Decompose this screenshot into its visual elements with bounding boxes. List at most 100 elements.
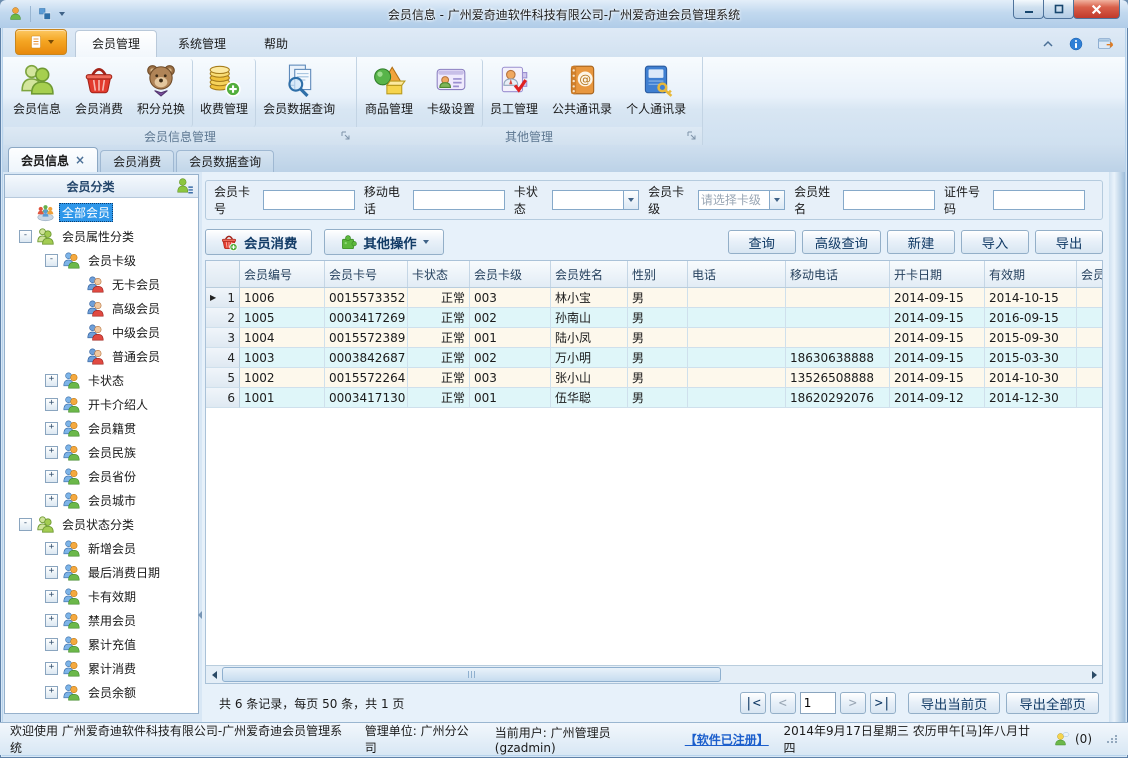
tree-item[interactable]: 无卡会员 [5,272,198,296]
tree-expander[interactable]: + [45,685,58,699]
tree-item[interactable]: + 新增会员 [5,536,198,560]
document-tab[interactable]: 会员消费 [100,150,175,172]
scroll-left-icon[interactable] [206,667,222,683]
grid-header-cell[interactable]: 性别 [628,261,688,287]
tree-expander[interactable]: - [45,253,58,267]
tree-expander[interactable]: - [19,517,32,531]
tree-expander[interactable]: + [45,493,58,507]
tree-item[interactable]: + 会员省份 [5,464,198,488]
scroll-right-icon[interactable] [1086,667,1102,683]
dialog-launcher-icon[interactable] [686,130,698,142]
tree-expander[interactable]: + [45,421,58,435]
search-input[interactable] [992,190,1085,210]
tree-item[interactable]: 中级会员 [5,320,198,344]
switch-window-icon[interactable] [1096,34,1115,53]
grid-header-cell[interactable] [206,261,240,287]
tree-expander[interactable]: + [45,589,58,603]
ribbon-button[interactable]: 会员信息 [6,59,68,127]
ribbon-button[interactable]: 会员数据查询 [256,59,342,127]
tree-item[interactable]: + 会员余额 [5,680,198,704]
close-button[interactable] [1073,0,1120,19]
tree-expander[interactable]: + [45,373,58,387]
tree-expander[interactable]: + [45,637,58,651]
application-menu-button[interactable] [15,29,67,55]
export-all-pages-button[interactable]: 导出全部页 [1006,692,1099,714]
table-row[interactable]: ▶ 1 1006 0015573352 正常 003 林小宝 男 2014-09-… [206,288,1102,308]
combo-dropdown-button[interactable] [622,190,640,210]
grid-header-cell[interactable]: 开卡日期 [890,261,985,287]
ribbon-button[interactable]: 积分兑换 [130,59,194,127]
ribbon-button[interactable]: 卡级设置 [420,59,484,127]
grid-header-cell[interactable]: 会员卡号 [325,261,408,287]
tree-item[interactable]: + 禁用会员 [5,608,198,632]
quick-access-caret-icon[interactable] [59,12,65,16]
member-consume-button[interactable]: 会员消费 [205,229,313,255]
action-button[interactable]: 导入 [961,230,1029,254]
tree-item[interactable]: - 会员属性分类 [5,224,198,248]
minimize-button[interactable] [1013,0,1044,19]
table-row[interactable]: 6 1001 0003417130 正常 001 伍华聪 男 186202920… [206,388,1102,408]
quick-access-icon[interactable] [37,6,53,22]
resize-grip[interactable] [1107,735,1118,743]
grid-header-cell[interactable]: 会员 [1077,261,1102,287]
ribbon-tab[interactable]: 帮助 [247,30,305,57]
search-input[interactable] [412,190,505,210]
table-row[interactable]: 5 1002 0015572264 正常 003 张小山 男 135265088… [206,368,1102,388]
ribbon-button[interactable]: 员工管理 [483,59,545,127]
action-button[interactable]: 导出 [1035,230,1103,254]
tree-item[interactable]: - 会员状态分类 [5,512,198,536]
other-actions-button[interactable]: 其他操作 [324,229,444,255]
ribbon-button[interactable]: 个人通讯录 [619,59,693,127]
next-page-button[interactable]: > [839,692,866,714]
tree-item[interactable]: 高级会员 [5,296,198,320]
tree-item[interactable]: 全部会员 [5,200,198,224]
document-tab[interactable]: 会员信息 × [8,147,99,172]
search-input[interactable] [551,190,623,210]
ribbon-button[interactable]: 商品管理 [358,59,420,127]
action-button[interactable]: 高级查询 [801,230,881,254]
page-number-input[interactable] [799,692,836,714]
tree-item[interactable]: + 会员民族 [5,440,198,464]
last-page-button[interactable]: >| [869,692,896,714]
tree-expander[interactable]: + [45,541,58,555]
document-tab[interactable]: 会员数据查询 [176,150,275,172]
tree-expander[interactable]: + [45,613,58,627]
action-button[interactable]: 查询 [727,230,796,254]
maximize-button[interactable] [1043,0,1074,19]
tree-expander[interactable]: + [45,565,58,579]
message-person-icon[interactable] [1054,731,1070,747]
ribbon-tab[interactable]: 会员管理 [75,30,158,57]
first-page-button[interactable]: |< [739,692,766,714]
tree-item[interactable]: + 会员城市 [5,488,198,512]
ribbon-button[interactable]: 公共通讯录 [545,59,619,127]
grid-header-cell[interactable]: 移动电话 [786,261,890,287]
grid-header-cell[interactable]: 电话 [688,261,786,287]
tree-expander[interactable]: - [19,229,32,243]
tab-close-icon[interactable]: × [75,153,85,167]
grid-header-cell[interactable]: 会员编号 [240,261,325,287]
grid-header-cell[interactable]: 卡状态 [408,261,470,287]
scrollbar-thumb[interactable] [222,667,721,682]
ribbon-button[interactable]: 会员消费 [68,59,130,127]
tree-item[interactable]: + 会员籍贯 [5,416,198,440]
member-filter-icon[interactable] [176,177,194,195]
ribbon-button[interactable]: 收费管理 [193,59,257,127]
table-row[interactable]: 4 1003 0003842687 正常 002 万小明 男 186306388… [206,348,1102,368]
action-button[interactable]: 新建 [887,230,955,254]
tree-expander[interactable]: + [45,661,58,675]
tree-item[interactable]: - 会员卡级 [5,248,198,272]
tree-expander[interactable]: + [45,445,58,459]
prev-page-button[interactable]: < [769,692,796,714]
tree-item[interactable]: 普通会员 [5,344,198,368]
registered-link[interactable]: 【软件已注册】 [685,731,769,748]
tree-expander[interactable]: + [45,469,58,483]
tree-item[interactable]: + 开卡介绍人 [5,392,198,416]
dialog-launcher-icon[interactable] [340,130,352,142]
tree-item[interactable]: + 累计充值 [5,632,198,656]
info-icon[interactable] [1068,36,1084,52]
tree-item[interactable]: + 最后消费日期 [5,560,198,584]
horizontal-scrollbar[interactable] [206,665,1102,683]
tree-item[interactable]: + 累计消费 [5,656,198,680]
table-row[interactable]: 2 1005 0003417269 正常 002 孙南山 男 2014-09-1… [206,308,1102,328]
grid-header-cell[interactable]: 会员卡级 [470,261,551,287]
